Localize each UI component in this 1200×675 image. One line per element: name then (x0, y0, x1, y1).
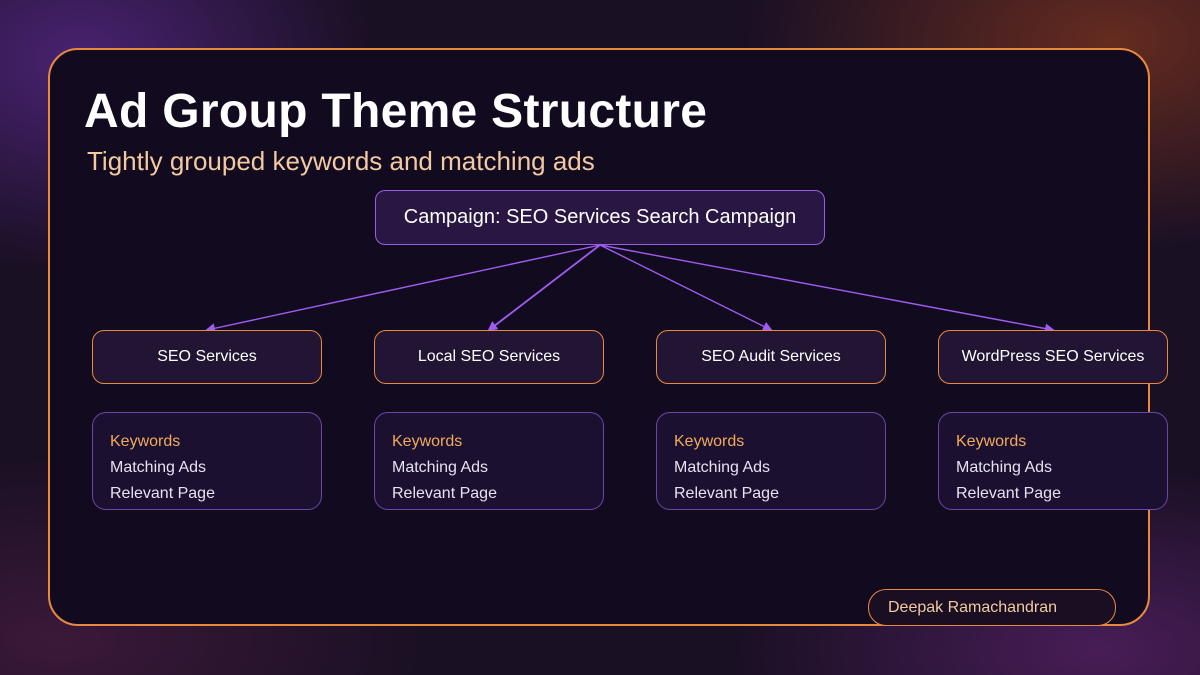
detail-relevant-page: Relevant Page (110, 485, 215, 502)
detail-relevant-page: Relevant Page (956, 485, 1061, 502)
author-badge: Deepak Ramachandran (868, 589, 1116, 626)
detail-keywords: Keywords (392, 433, 463, 450)
detail-relevant-page: Relevant Page (674, 485, 779, 502)
ad-group-wordpress-seo-services: WordPress SEO Services (938, 330, 1168, 384)
ad-group-details-seo-services: Keywords Matching Ads Relevant Page (92, 412, 322, 510)
arrow-to-seo-audit-services (599, 244, 773, 331)
detail-keywords: Keywords (956, 433, 1027, 450)
detail-keywords: Keywords (674, 433, 745, 450)
ad-group-seo-services: SEO Services (92, 330, 322, 384)
ad-group-seo-audit-services: SEO Audit Services (656, 330, 886, 384)
ad-group-local-seo-services: Local SEO Services (374, 330, 604, 384)
detail-matching-ads: Matching Ads (392, 459, 489, 476)
arrow-to-wordpress-seo-services (599, 244, 1055, 334)
ad-group-details-local-seo-services: Keywords Matching Ads Relevant Page (374, 412, 604, 510)
detail-matching-ads: Matching Ads (674, 459, 771, 476)
ad-group-details-seo-audit-services: Keywords Matching Ads Relevant Page (656, 412, 886, 510)
arrow-to-local-seo-services (487, 244, 601, 332)
arrow-to-seo-services (205, 244, 601, 334)
detail-matching-ads: Matching Ads (110, 459, 207, 476)
campaign-node: Campaign: SEO Services Search Campaign (375, 190, 825, 245)
detail-matching-ads: Matching Ads (956, 459, 1053, 476)
ad-group-details-wordpress-seo-services: Keywords Matching Ads Relevant Page (938, 412, 1168, 510)
detail-relevant-page: Relevant Page (392, 485, 497, 502)
detail-keywords: Keywords (110, 433, 181, 450)
